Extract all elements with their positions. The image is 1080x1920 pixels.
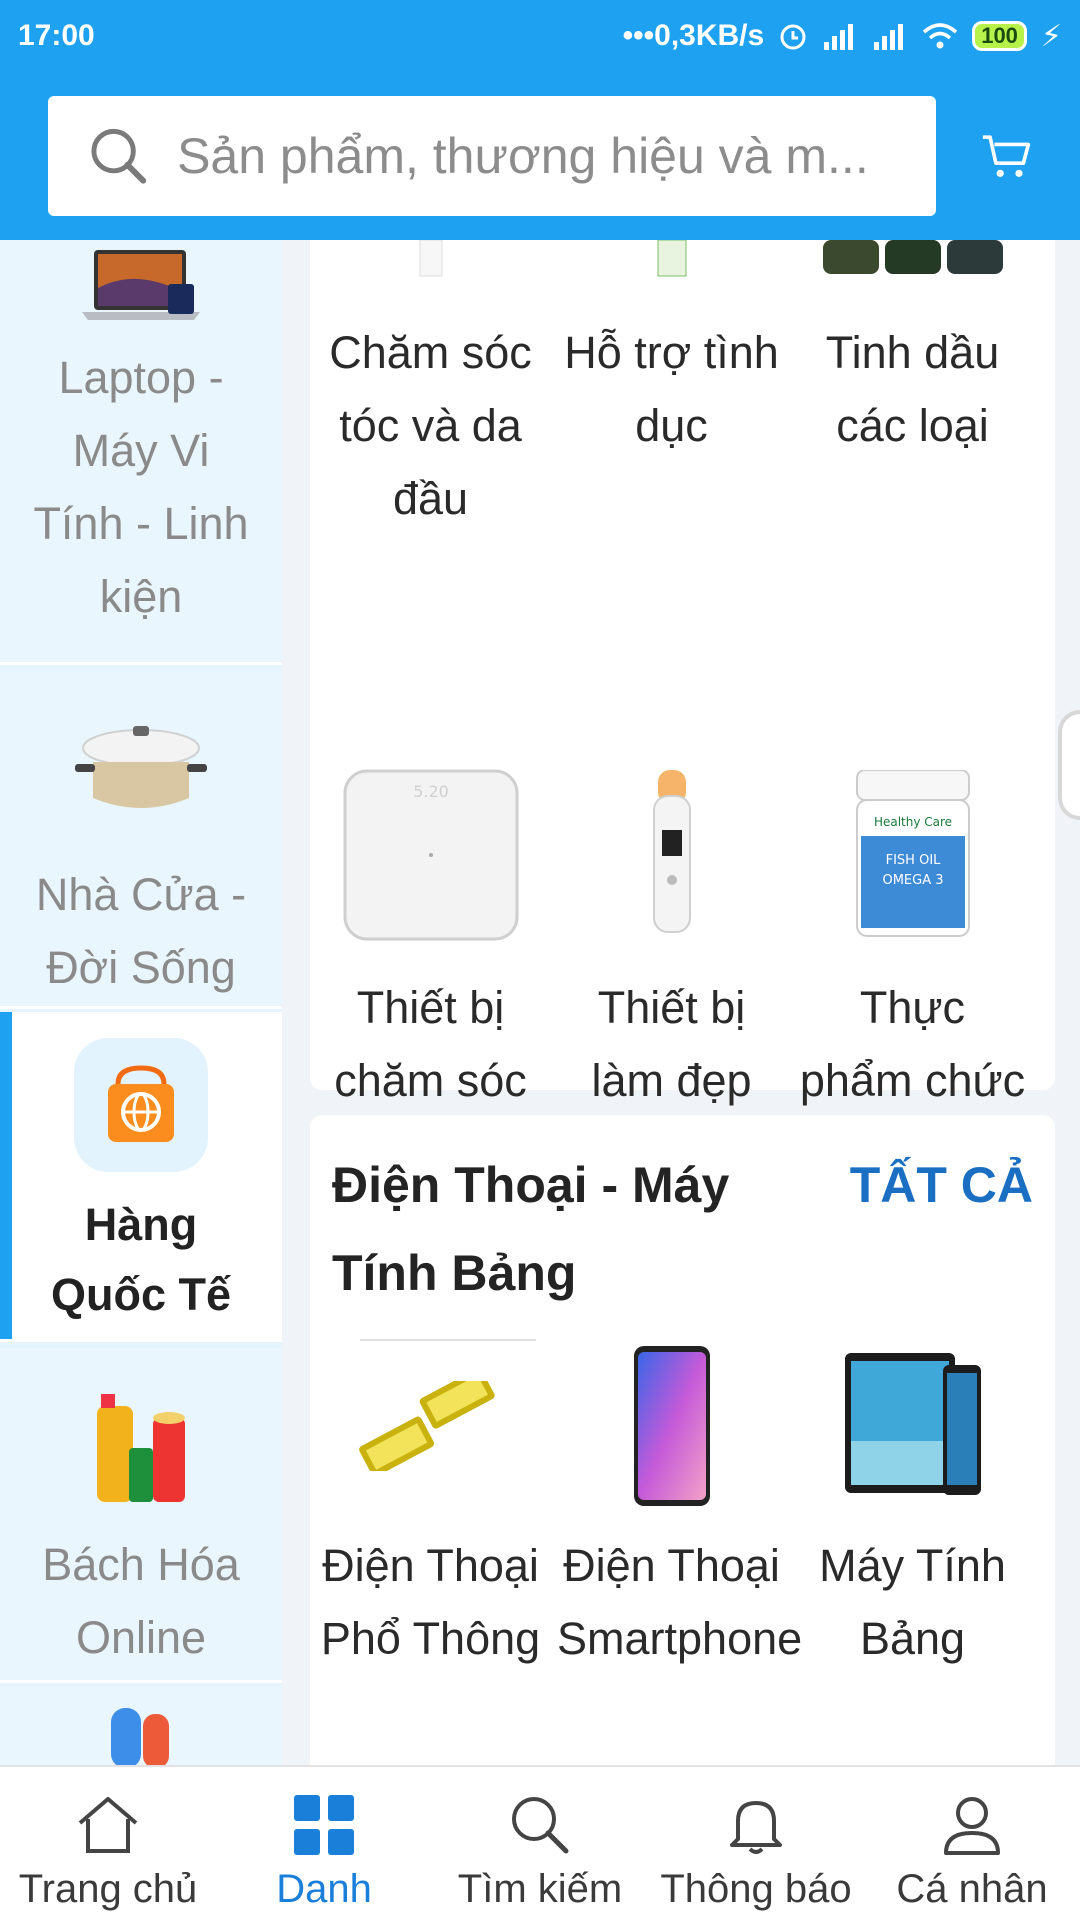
- svg-text:OMEGA 3: OMEGA 3: [882, 873, 943, 888]
- cookware-image: [75, 726, 207, 808]
- status-indicators: •••0,3KB/s 100 ⚡: [623, 19, 1062, 54]
- subcategory-label: Điện Thoại Smartphone: [557, 1540, 803, 1664]
- see-all-link[interactable]: TẤT CẢ: [850, 1141, 1033, 1317]
- subcategory-label: Thiết bị làm đẹp: [591, 982, 752, 1106]
- subcategory-label: Hỗ trợ tình dục: [564, 327, 779, 451]
- fish-oil-image: Healthy Care FISH OIL OMEGA 3: [792, 765, 1033, 945]
- status-bar: 17:00 •••0,3KB/s 100 ⚡: [0, 0, 1080, 72]
- signal-icon-2: [874, 24, 904, 50]
- nav-label: Danh: [276, 1867, 372, 1911]
- alarm-icon: [780, 24, 806, 50]
- subcategory-row: Điện Thoại Phổ Thông Điện Thoại Smartpho…: [310, 1341, 1055, 1675]
- sidebar-item-next[interactable]: [0, 1686, 282, 1765]
- subcategory-label: Tinh dầu các loại: [825, 327, 1000, 451]
- search-placeholder: Sản phẩm, thương hiệu và m...: [177, 128, 869, 184]
- search-icon: [512, 1797, 569, 1854]
- bottom-navigation: Trang chủ Danh Tìm kiếm Thông báo Cá nhâ…: [0, 1765, 1080, 1920]
- svg-text:Healthy Care: Healthy Care: [873, 815, 951, 829]
- tablet-image: [792, 1341, 1033, 1511]
- section-header: Điện Thoại - Máy Tính Bảng TẤT CẢ: [310, 1115, 1055, 1317]
- app-header: 17:00 •••0,3KB/s 100 ⚡ Sản phẩm, thương …: [0, 0, 1080, 240]
- subcategory-feature-phones[interactable]: Điện Thoại Phổ Thông: [310, 1341, 551, 1675]
- global-shopping-bag-icon: [74, 1038, 208, 1172]
- charging-icon: ⚡: [1040, 19, 1062, 53]
- nav-profile[interactable]: Cá nhân: [864, 1767, 1080, 1920]
- nav-label: Trang chủ: [18, 1867, 198, 1911]
- nav-label: Thông báo: [660, 1867, 852, 1911]
- category-content: Laptop - Máy Vi Tính - Linh kiện Nhà Cửa…: [0, 240, 1080, 1765]
- sidebar-item-grocery[interactable]: Bách Hóa Online: [0, 1348, 282, 1683]
- hair-care-image: [310, 240, 551, 280]
- nav-notifications[interactable]: Thông báo: [648, 1767, 864, 1920]
- beauty-device-image: [551, 765, 792, 945]
- speaker-image: [111, 1708, 169, 1765]
- category-sidebar: Laptop - Máy Vi Tính - Linh kiện Nhà Cửa…: [0, 240, 282, 1765]
- nav-label: Tìm kiếm: [457, 1867, 623, 1911]
- sidebar-item-label: Laptop - Máy Vi Tính - Linh kiện: [33, 352, 249, 622]
- network-speed: •••0,3KB/s: [622, 19, 765, 52]
- bell-icon: [730, 1801, 782, 1854]
- smart-scale-image: 5.20: [310, 765, 551, 945]
- signal-icon: [824, 24, 854, 50]
- subcategory-label: Máy Tính Bảng: [819, 1540, 1006, 1664]
- subcategory-tablets[interactable]: Máy Tính Bảng: [792, 1341, 1033, 1675]
- wifi-icon: [923, 23, 958, 49]
- subcategory-hair-care[interactable]: Chăm sóc tóc và da đầu: [310, 240, 551, 535]
- laptop-image: [82, 250, 200, 320]
- sidebar-item-international[interactable]: Hàng Quốc Tế: [0, 1012, 282, 1342]
- sexual-health-image: [551, 240, 792, 280]
- subcategory-essential-oils[interactable]: Tinh dầu các loại: [792, 240, 1033, 535]
- sidebar-item-label: Nhà Cửa - Đời Sống: [35, 869, 247, 993]
- nav-categories[interactable]: Danh: [216, 1767, 432, 1920]
- subcategory-label: Chăm sóc tóc và da đầu: [329, 327, 532, 524]
- battery-indicator: 100: [972, 21, 1027, 51]
- smartphone-image: [551, 1341, 792, 1511]
- feature-phone-image: [310, 1341, 551, 1511]
- subcategory-row: Chăm sóc tóc và da đầu Hỗ trợ tình dục T…: [310, 240, 1055, 535]
- subcategory-smartphones[interactable]: Điện Thoại Smartphone: [551, 1341, 803, 1675]
- search-input[interactable]: Sản phẩm, thương hiệu và m...: [48, 96, 936, 216]
- subcategory-label: Điện Thoại Phổ Thông: [320, 1540, 541, 1664]
- status-time: 17:00: [18, 19, 95, 52]
- subcategory-panel-phones: Điện Thoại - Máy Tính Bảng TẤT CẢ Điện T…: [310, 1115, 1055, 1765]
- essential-oils-image: [792, 240, 1033, 280]
- nav-label: Cá nhân: [896, 1867, 1048, 1911]
- subcategory-sexual-health[interactable]: Hỗ trợ tình dục: [551, 240, 792, 535]
- svg-text:5.20: 5.20: [413, 782, 449, 801]
- sidebar-item-label: Hàng Quốc Tế: [50, 1199, 232, 1320]
- home-icon: [78, 1797, 138, 1853]
- search-icon: [91, 128, 147, 184]
- sidebar-item-label: Bách Hóa Online: [42, 1539, 240, 1663]
- grocery-image: [97, 1394, 185, 1502]
- nav-search[interactable]: Tìm kiếm: [432, 1767, 648, 1920]
- scroll-handle[interactable]: [1058, 710, 1080, 820]
- person-icon: [944, 1797, 1000, 1855]
- nav-home[interactable]: Trang chủ: [0, 1767, 216, 1920]
- section-title: Điện Thoại - Máy Tính Bảng: [332, 1157, 730, 1301]
- sidebar-item-laptop[interactable]: Laptop - Máy Vi Tính - Linh kiện: [0, 240, 282, 665]
- subcategory-panel-health: Chăm sóc tóc và da đầu Hỗ trợ tình dục T…: [310, 240, 1055, 1179]
- sidebar-item-home-living[interactable]: Nhà Cửa - Đời Sống: [0, 672, 282, 1009]
- grid-icon: [294, 1795, 354, 1855]
- cart-icon[interactable]: [980, 120, 1032, 192]
- svg-text:FISH OIL: FISH OIL: [885, 853, 941, 868]
